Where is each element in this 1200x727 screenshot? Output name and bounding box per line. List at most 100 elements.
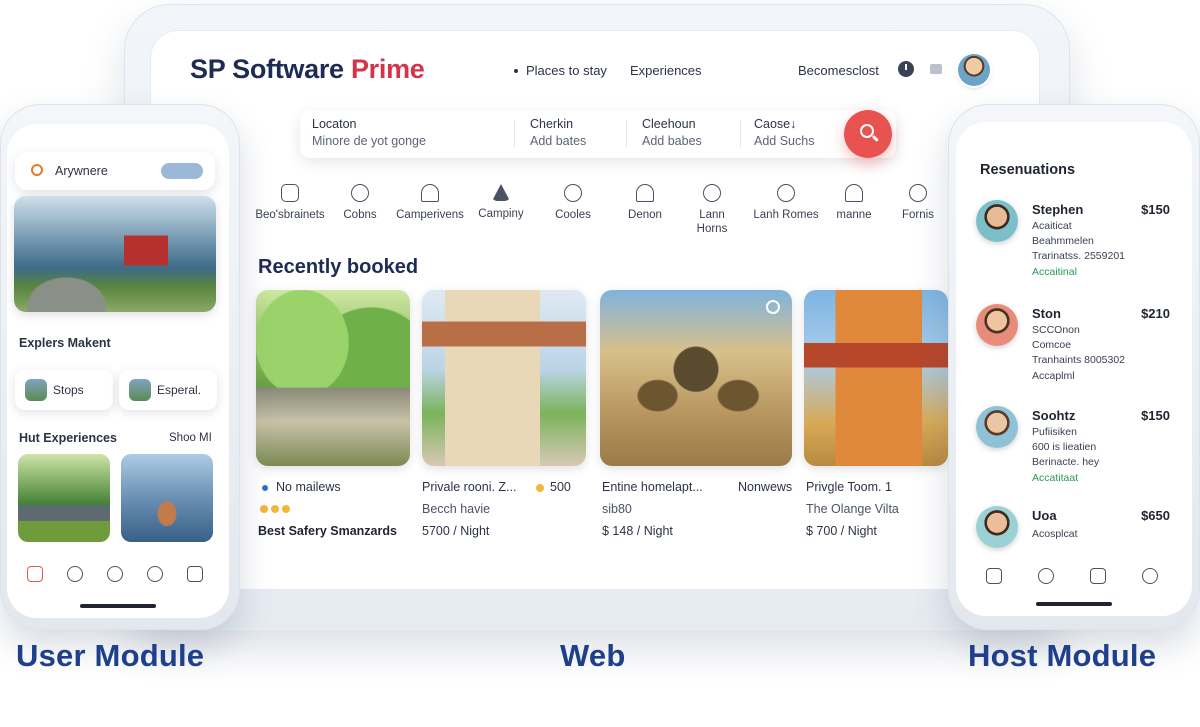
status-badge: Accaitinal [1032, 266, 1077, 278]
menu-icon[interactable] [930, 64, 942, 74]
checkin-field[interactable]: Cherkin Add bates [530, 116, 586, 150]
listing-3-title: Entine homelapt... [602, 480, 703, 494]
category-castles[interactable]: Cooles [533, 184, 613, 222]
tent-icon [492, 184, 510, 201]
avatar [976, 200, 1018, 242]
search-input[interactable]: Arywnere [15, 152, 215, 190]
nav-user-link[interactable]: Becomesclost [798, 63, 879, 78]
nav-active-dot [514, 69, 518, 73]
web-screen: SP Software Prime Places to stay Experie… [150, 30, 1040, 590]
section-title: Hut Experiences [19, 431, 117, 445]
bed-icon [281, 184, 299, 202]
listing-4-title: Privgle Toom. 1 [806, 480, 892, 494]
home-icon[interactable] [27, 566, 43, 582]
search-icon[interactable] [766, 300, 780, 314]
avatar [976, 304, 1018, 346]
home-indicator [1036, 602, 1112, 606]
reservation-row[interactable]: Ston $210 SCCOnon Comcoe Tranhaints 8005… [956, 304, 1192, 394]
boat-icon [845, 184, 863, 202]
category-lighthouses[interactable]: Lann Horns [672, 184, 752, 236]
listing-image-3[interactable] [600, 290, 792, 466]
experience-thumb-2[interactable] [121, 454, 213, 542]
host-module-label: Host Module [968, 638, 1157, 673]
listing-3-subtitle: sib80 [602, 502, 632, 516]
chat-icon[interactable] [1038, 568, 1054, 584]
nav-experiences[interactable]: Experiences [630, 63, 702, 78]
camper-icon [421, 184, 439, 202]
search-bar: Locaton Minore de yot gonge Cherkin Add … [300, 110, 896, 158]
user-phone-frame: Arywnere Explers Makent Stops Esperal. H… [0, 104, 240, 630]
door-icon [636, 184, 654, 202]
listing-1-line1: No mailews [262, 480, 341, 494]
divider [626, 120, 627, 148]
listing-3-price: $ 148 / Night [602, 524, 673, 538]
listing-2-subtitle: Becch havie [422, 502, 491, 516]
search-icon [31, 164, 43, 176]
guests-label: Caose↓ [754, 117, 797, 131]
section-title-recently-booked: Recently booked [258, 256, 419, 278]
listing-2-rating: 500 [536, 480, 571, 494]
brand-accent: Prime [350, 54, 425, 84]
nav-places-to-stay[interactable]: Places to stay [526, 63, 607, 78]
pin-icon [909, 184, 927, 202]
location-value: Minore de yot gonge [312, 134, 426, 148]
category-bed-and-breakfasts[interactable]: Beo'sbrainets [250, 184, 330, 222]
web-label: Web [560, 638, 626, 673]
listing-2-price: 5700 / Night [422, 524, 490, 538]
profile-icon[interactable] [1142, 568, 1158, 584]
divider [514, 120, 515, 148]
show-more-link[interactable]: Shoo MI [169, 432, 212, 444]
avatar [976, 406, 1018, 448]
clock-icon[interactable] [107, 566, 123, 582]
guests-field[interactable]: Caose↓ Add Suchs [754, 116, 814, 150]
listing-4-price: $ 700 / Night [806, 524, 877, 538]
lighthouse-icon [703, 184, 721, 202]
chat-icon[interactable] [147, 566, 163, 582]
search-icon[interactable] [67, 566, 83, 582]
section-title: Explers Makent [19, 336, 111, 350]
listing-image-1[interactable] [256, 290, 410, 466]
category-campervans[interactable]: Camperivens [390, 184, 470, 222]
dashboard-icon[interactable] [986, 568, 1002, 584]
star-icon [536, 483, 544, 492]
checkout-field[interactable]: Cleehoun Add babes [642, 116, 702, 150]
avatar[interactable] [958, 54, 990, 86]
brand-logo[interactable]: SP Software Prime [190, 54, 425, 85]
location-label: Locaton [312, 117, 357, 131]
listing-4-subtitle: The Olange Vilta [806, 502, 899, 516]
chip-experiences[interactable]: Esperal. [119, 370, 217, 410]
listing-image-4[interactable] [804, 290, 948, 466]
listing-2-title: Privale rooni. Z... [422, 480, 517, 494]
filter-pill[interactable] [161, 163, 203, 179]
chip-stops[interactable]: Stops [15, 370, 113, 410]
experience-thumb-1[interactable] [18, 454, 110, 542]
reservation-row[interactable]: Stephen $150 Acaiticat Beahmmelen Trarin… [956, 200, 1192, 290]
listing-image-2[interactable] [422, 290, 586, 466]
page-title: Resenuations [980, 162, 1076, 178]
checkin-label: Cherkin [530, 117, 574, 131]
reservation-row[interactable]: Soohtz $150 Pufiisiken 600 is lieatien B… [956, 406, 1192, 496]
clock-icon[interactable] [898, 61, 914, 77]
listing-1-title: Best Safery Smanzards [258, 524, 397, 538]
guests-value: Add Suchs [754, 134, 815, 148]
divider [740, 120, 741, 148]
checkout-value: Add babes [642, 134, 702, 148]
home-indicator [80, 604, 156, 608]
host-phone-frame: Resenuations Stephen $150 Acaiticat Beah… [948, 104, 1200, 630]
cabin-icon [351, 184, 369, 202]
search-button[interactable] [844, 110, 892, 158]
category-farms[interactable]: Fornis [878, 184, 958, 222]
location-field[interactable]: Locaton Minore de yot gonge [312, 116, 426, 150]
hero-image[interactable] [14, 196, 216, 312]
inbox-icon[interactable] [1090, 568, 1106, 584]
status-badge: Accatitaat [1032, 472, 1079, 484]
listing-1-stars [260, 502, 293, 516]
category-cabins[interactable]: Cobns [320, 184, 400, 222]
host-phone-screen: Resenuations Stephen $150 Acaiticat Beah… [956, 122, 1192, 616]
listing-3-tag: Nonwews [738, 480, 793, 494]
brand-main: SP Software [190, 54, 351, 84]
checkin-value: Add bates [530, 134, 587, 148]
profile-icon[interactable] [187, 566, 203, 582]
status-badge: Accaplml [1032, 370, 1075, 382]
category-camping[interactable]: Campiny [461, 184, 541, 221]
